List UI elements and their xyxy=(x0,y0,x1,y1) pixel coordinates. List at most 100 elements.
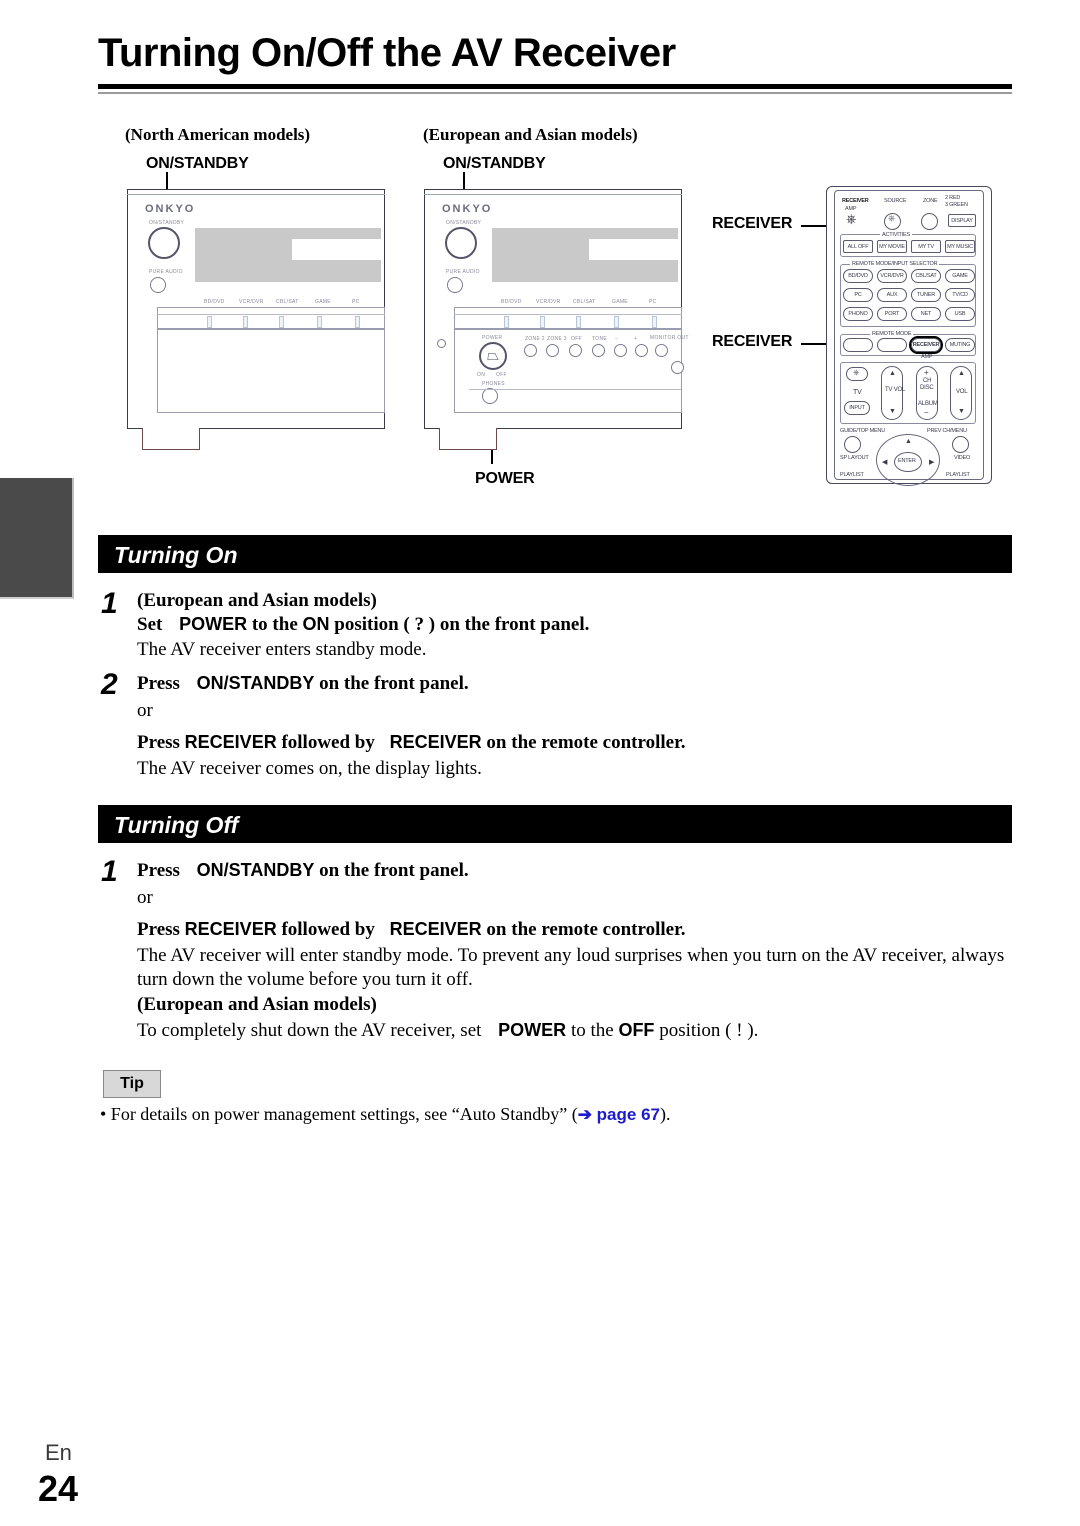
input-label-left-3: GAME xyxy=(315,299,331,305)
turning-on-step1-mid-2: position ( ? ) on the front panel. xyxy=(334,614,590,635)
turning-on-step2-result: The AV receiver comes on, the display li… xyxy=(137,758,482,779)
selector-tick-right-4 xyxy=(652,316,657,328)
remote-guide-label: GUIDE/TOP MENU xyxy=(840,428,885,434)
remote-selector-tv-cd[interactable]: TV/CD xyxy=(945,288,975,302)
receiver-selector-line-right xyxy=(454,314,682,315)
remote-selector-vcr-dvr[interactable]: VCR/DVR xyxy=(877,269,907,283)
power-switch-on-label: ON xyxy=(477,372,486,378)
remote-nav-left-icon: ◀ xyxy=(882,459,888,466)
pure-audio-knob-right xyxy=(447,277,463,293)
remote-selector-port[interactable]: PORT xyxy=(877,307,907,321)
remote-prev-ch-button[interactable] xyxy=(952,436,969,453)
input-label-right-1: VCR/DVR xyxy=(536,299,561,305)
onstandby-knob-left xyxy=(148,227,180,259)
caption-european-asian: (European and Asian models) xyxy=(423,125,638,144)
remote-ch-label: CH xyxy=(923,378,932,384)
lower-label-right-2: OFF xyxy=(571,336,582,342)
remote-display-button[interactable]: DISPLAY xyxy=(948,214,976,227)
receiver-display-notch-right xyxy=(589,239,681,260)
remote-selector-phono[interactable]: PHONO xyxy=(843,307,873,321)
selector-tick-left-4 xyxy=(355,316,360,328)
power-switch-glyph-icon: ⏢ xyxy=(487,346,500,364)
turning-off-shutdown-bold-power: POWER xyxy=(498,1020,567,1040)
tip-page-link[interactable]: ➔ page 67 xyxy=(578,1105,660,1124)
input-label-right-0: BD/DVD xyxy=(501,299,522,305)
page-title: Turning On/Off the AV Receiver xyxy=(98,31,676,75)
turning-off-step1-result-line1: The AV receiver will enter standby mode.… xyxy=(137,945,1005,966)
remote-enter-label: ENTER xyxy=(898,458,916,464)
remote-tv-vol-label: TV VOL xyxy=(885,387,906,393)
caption-north-american: (North American models) xyxy=(125,125,311,144)
remote-activity-my-movie[interactable]: MY MOVIE xyxy=(877,240,907,253)
remote-ch-plus-icon: + xyxy=(924,368,929,377)
receiver-selector-strip-left xyxy=(157,307,385,329)
turning-off-shutdown-mid: to the xyxy=(570,1020,614,1041)
remote-vol-up-icon: ▲ xyxy=(958,370,965,377)
remote-activity-all-off[interactable]: ALL OFF xyxy=(843,240,873,253)
input-label-right-2: CBL/SAT xyxy=(573,299,596,305)
lower-knob-right-3 xyxy=(592,344,605,357)
lower-knob-right-7 xyxy=(671,361,684,374)
turning-off-step1-note-text: (European and Asian models) xyxy=(137,994,377,1015)
remote-selector-net[interactable]: NET xyxy=(911,307,941,321)
turning-on-step2-instruction: Press ON/STANDBY on the front panel. xyxy=(137,671,469,696)
remote-mode-button-2[interactable] xyxy=(877,338,907,352)
remote-selector-tuner[interactable]: TUNER xyxy=(911,288,941,302)
remote-nav-right-icon: ▶ xyxy=(929,459,935,466)
remote-selector-aux[interactable]: AUX xyxy=(877,288,907,302)
remote-receiver-power-icon[interactable]: ⎈ xyxy=(846,213,856,226)
turning-on-step2-alt-mid: followed by xyxy=(281,732,375,753)
remote-selector-bd-dvd[interactable]: BD/DVD xyxy=(843,269,873,283)
turning-off-shutdown-bold-off: OFF xyxy=(618,1020,655,1040)
lower-label-right-1: ZONE 3 xyxy=(547,336,567,342)
remote-label-zone-red: 2 RED xyxy=(945,195,961,201)
remote-selector-cbl-sat[interactable]: CBL/SAT xyxy=(911,269,941,283)
turning-on-step1-note: (European and Asian models) xyxy=(137,588,377,613)
receiver-display-notch-left xyxy=(292,239,384,260)
remote-mode-button-1[interactable] xyxy=(843,338,873,352)
remote-zone-button[interactable] xyxy=(921,213,938,230)
lower-label-right-6: MONITOR OUT xyxy=(650,335,689,341)
tip-bullet-prefix: • For details on power management settin… xyxy=(100,1104,578,1124)
remote-selector-pc[interactable]: PC xyxy=(843,288,873,302)
selector-tick-right-0 xyxy=(504,316,509,328)
lower-label-right-5: + xyxy=(634,336,638,342)
turning-on-step1-number: 1 xyxy=(101,587,118,620)
pure-audio-knob-left xyxy=(150,277,166,293)
remote-mode-button-muting[interactable]: MUTING xyxy=(945,338,975,352)
tip-badge: Tip xyxy=(103,1070,161,1098)
remote-selector-game[interactable]: GAME xyxy=(945,269,975,283)
turning-on-step2-bold: ON/STANDBY xyxy=(196,673,315,693)
lower-knob-right-5 xyxy=(635,344,648,357)
turning-on-step2-number: 2 xyxy=(101,668,118,701)
lower-divider-right xyxy=(469,389,681,390)
chapter-side-tab xyxy=(0,478,74,599)
remote-tv-vol-down-icon: ▼ xyxy=(889,408,896,415)
remote-selector-usb[interactable]: USB xyxy=(945,307,975,321)
input-label-right-4: PC xyxy=(649,299,657,305)
turning-off-step1-alt: Press RECEIVER followed by RECEIVER on t… xyxy=(137,917,686,942)
turning-on-step2-alt-bold-1: RECEIVER xyxy=(184,732,277,752)
turning-on-step1-result: The AV receiver enters standby mode. xyxy=(137,639,427,660)
remote-album-label: ALBUM xyxy=(918,401,938,407)
remote-input-button[interactable]: INPUT xyxy=(844,401,870,415)
selector-tick-right-2 xyxy=(576,316,581,328)
selector-tick-left-0 xyxy=(207,316,212,328)
callout-receiver-bottom: RECEIVER xyxy=(712,333,793,350)
remote-disc-label: DISC xyxy=(920,385,934,391)
turning-off-step1-instruction: Press ON/STANDBY on the front panel. xyxy=(137,858,469,883)
turning-off-step1-alt-suffix: on the remote controller. xyxy=(486,919,686,940)
receiver-selector-strip-right xyxy=(454,307,682,329)
turning-on-step1-note-text: (European and Asian models) xyxy=(137,590,377,611)
lower-knob-right-1 xyxy=(546,344,559,357)
remote-activities-group-label: ACTIVITIES xyxy=(880,232,912,238)
turning-on-step2-prefix: Press xyxy=(137,673,180,694)
remote-guide-button[interactable] xyxy=(844,436,861,453)
remote-activity-my-tv[interactable]: MY TV xyxy=(911,240,941,253)
remote-activity-my-music[interactable]: MY MUSIC xyxy=(945,240,975,253)
turning-off-step1-shutdown: To completely shut down the AV receiver,… xyxy=(137,1018,758,1043)
turning-off-step1-prefix: Press xyxy=(137,860,180,881)
remote-label-zone-green: 3 GREEN xyxy=(945,202,968,208)
receiver-illustration-north-american: ONKYO ON/STANDBY PURE AUDIO BD/DVD VCR/D… xyxy=(127,189,385,450)
callout-receiver-top: RECEIVER xyxy=(712,215,793,232)
